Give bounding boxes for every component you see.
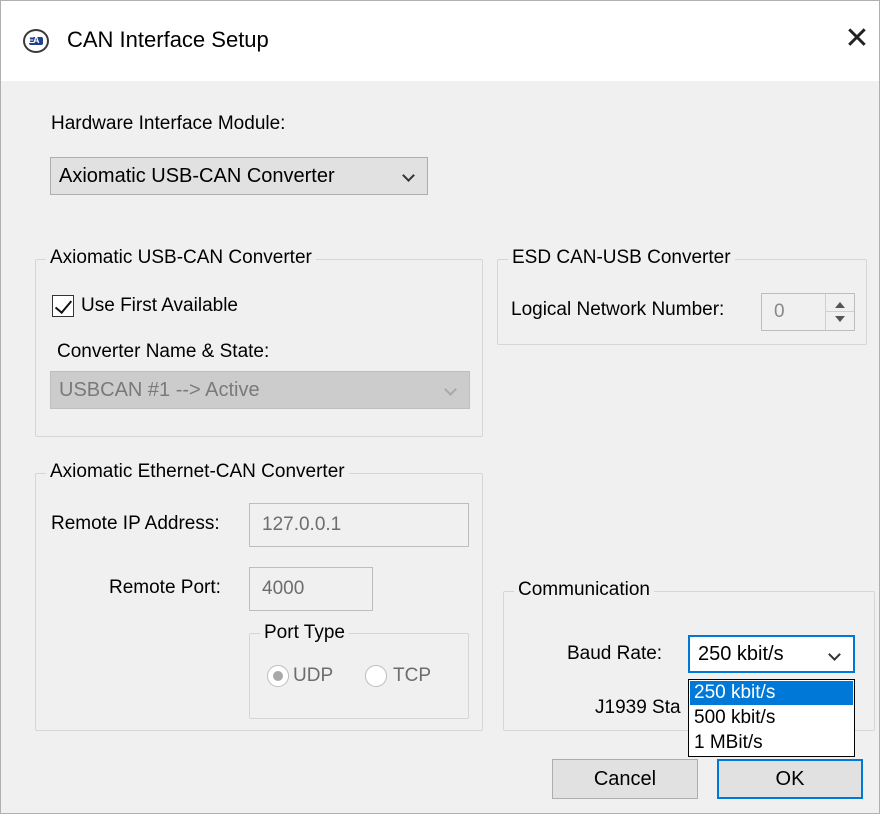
- baud-rate-dropdown-list: 250 kbit/s 500 kbit/s 1 MBit/s: [688, 679, 855, 757]
- radio-dot: [273, 671, 283, 681]
- ethernet-can-group-title: Axiomatic Ethernet-CAN Converter: [46, 461, 349, 483]
- use-first-available-label[interactable]: Use First Available: [81, 295, 238, 317]
- arrow-down-icon[interactable]: [835, 316, 845, 322]
- dialog-window: EA CAN Interface Setup ✕ Hardware Interf…: [0, 0, 880, 814]
- remote-port-label: Remote Port:: [109, 577, 221, 598]
- port-type-title: Port Type: [260, 622, 349, 644]
- close-icon[interactable]: ✕: [839, 21, 875, 57]
- logical-network-spinner[interactable]: 0: [761, 293, 855, 331]
- chevron-down-icon: [828, 648, 841, 661]
- window-title: CAN Interface Setup: [67, 27, 269, 52]
- chevron-down-icon: [444, 383, 457, 396]
- baud-rate-option-500k[interactable]: 500 kbit/s: [690, 706, 853, 730]
- hardware-module-value: Axiomatic USB-CAN Converter: [59, 165, 335, 187]
- baud-rate-option-250k[interactable]: 250 kbit/s: [690, 681, 853, 705]
- remote-ip-input[interactable]: 127.0.0.1: [249, 503, 469, 547]
- communication-group-title: Communication: [514, 579, 654, 601]
- tcp-label[interactable]: TCP: [393, 665, 431, 687]
- converter-name-value: USBCAN #1 --> Active: [59, 379, 260, 401]
- j1939-label: J1939 Sta: [595, 697, 681, 718]
- title-bar: EA CAN Interface Setup ✕: [1, 1, 879, 81]
- arrow-up-icon[interactable]: [835, 302, 845, 308]
- esd-can-group-title: ESD CAN-USB Converter: [508, 247, 735, 269]
- spinner-divider: [826, 311, 854, 312]
- ok-button[interactable]: OK: [717, 759, 863, 799]
- usb-can-group-title: Axiomatic USB-CAN Converter: [46, 247, 316, 269]
- logical-network-label: Logical Network Number:: [511, 299, 725, 320]
- hardware-module-select[interactable]: Axiomatic USB-CAN Converter: [50, 157, 428, 195]
- remote-port-value: 4000: [262, 578, 305, 599]
- remote-port-input[interactable]: 4000: [249, 567, 373, 611]
- converter-name-label: Converter Name & State:: [57, 341, 270, 362]
- cancel-button[interactable]: Cancel: [552, 759, 698, 799]
- baud-rate-value: 250 kbit/s: [698, 643, 784, 665]
- hardware-module-label: Hardware Interface Module:: [51, 113, 286, 134]
- app-logo-icon: EA: [23, 29, 49, 53]
- spinner-buttons[interactable]: [825, 294, 854, 330]
- checkmark-icon: [54, 295, 73, 315]
- udp-radio[interactable]: [267, 665, 289, 687]
- tcp-radio[interactable]: [365, 665, 387, 687]
- baud-rate-select[interactable]: 250 kbit/s: [688, 635, 855, 673]
- udp-label[interactable]: UDP: [293, 665, 333, 687]
- use-first-available-checkbox[interactable]: [52, 295, 74, 317]
- logical-network-value: 0: [774, 301, 785, 322]
- app-logo-text: EA: [28, 35, 39, 45]
- remote-ip-label: Remote IP Address:: [51, 513, 220, 534]
- baud-rate-option-1m[interactable]: 1 MBit/s: [690, 731, 853, 755]
- baud-rate-label: Baud Rate:: [567, 643, 663, 664]
- chevron-down-icon: [402, 169, 415, 182]
- remote-ip-value: 127.0.0.1: [262, 514, 342, 535]
- converter-name-select[interactable]: USBCAN #1 --> Active: [50, 371, 470, 409]
